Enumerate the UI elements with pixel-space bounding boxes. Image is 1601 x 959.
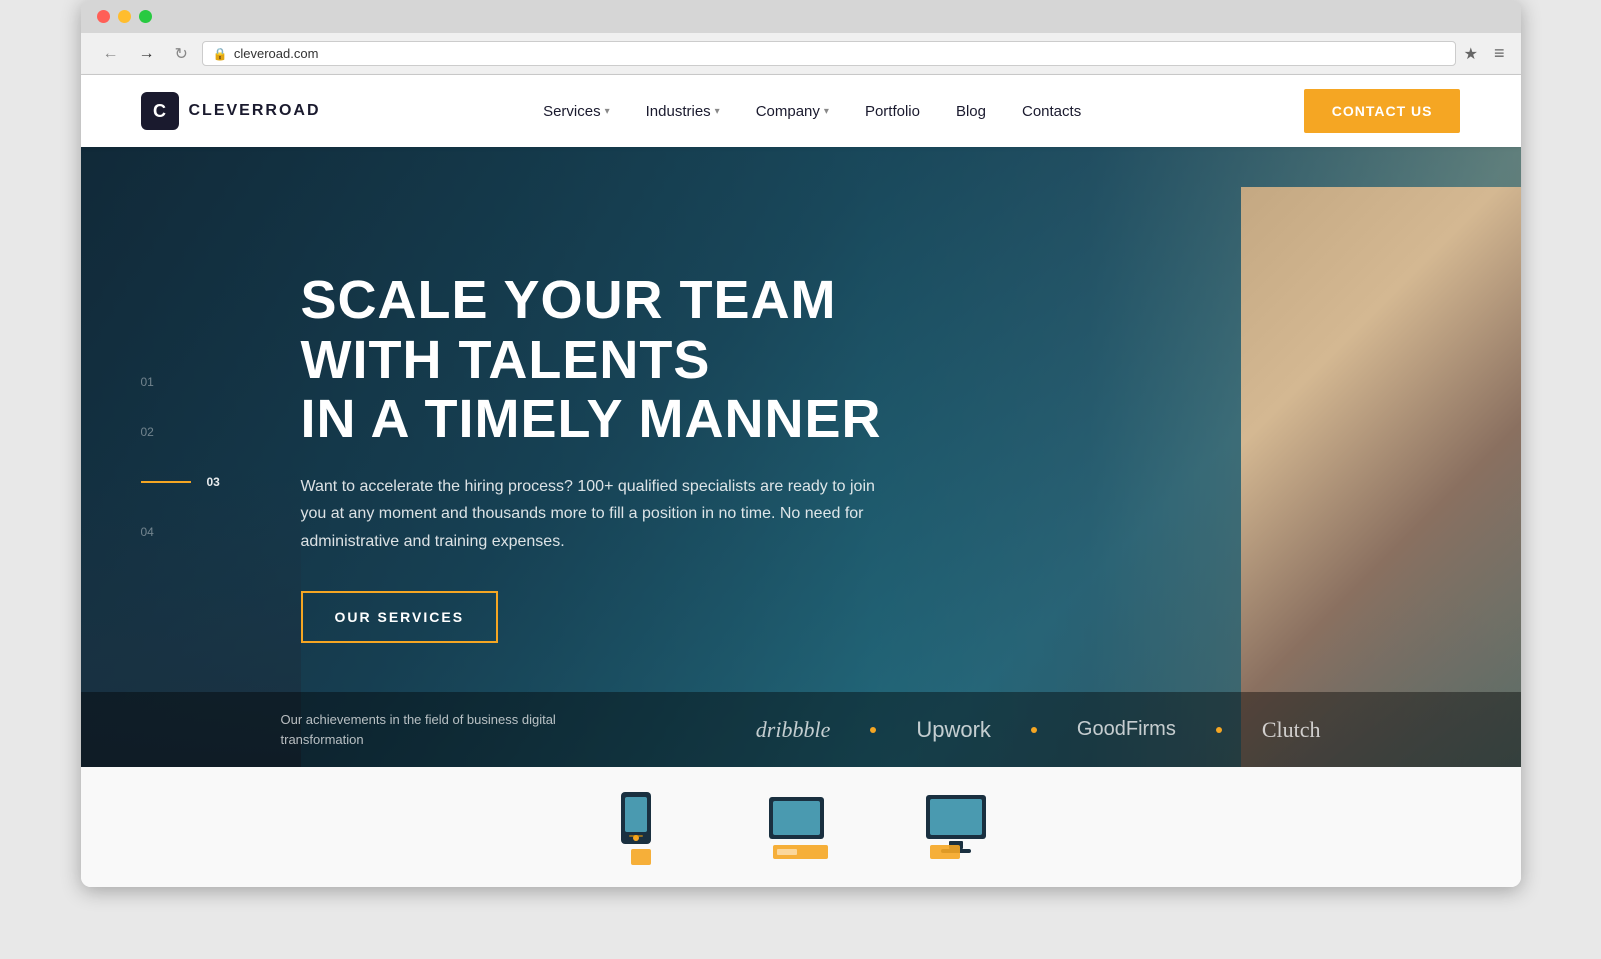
slide-indicator-1[interactable]: 01 (141, 375, 220, 389)
chevron-down-icon: ▾ (715, 106, 720, 117)
separator-dot (870, 727, 876, 733)
browser-titlebar (81, 0, 1521, 33)
logo-letter: C (153, 101, 166, 122)
logo-text: CLEVERROAD (189, 102, 321, 120)
lock-icon: 🔒 (213, 47, 228, 61)
chevron-down-icon: ▾ (605, 106, 610, 117)
hero-title: SCALE YOUR TEAM WITH TALENTS IN A TIMELY… (301, 271, 921, 449)
browser-toolbar: ← → ↻ 🔒 cleveroad.com ★ ≡ (81, 33, 1521, 75)
nav-item-industries[interactable]: Industries ▾ (646, 103, 720, 120)
below-fold-section (81, 767, 1521, 887)
partner-logos: dribbble Upwork GoodFirms Clutch (556, 717, 1321, 743)
hero-title-line2: IN A TIMELY MANNER (301, 389, 882, 449)
our-services-button[interactable]: OUR SERVICES (301, 591, 499, 643)
hero-section: 01 02 03 04 SCALE YOUR TEAM WITH TALENTS… (81, 147, 1521, 767)
contact-us-button[interactable]: CONTACT US (1304, 89, 1461, 133)
partner-goodfirms: GoodFirms (1077, 718, 1176, 741)
reload-button[interactable]: ↻ (169, 42, 194, 66)
address-text: cleveroad.com (234, 46, 319, 61)
nav-links: Services ▾ Industries ▾ Company ▾ (543, 103, 1081, 120)
address-bar[interactable]: 🔒 cleveroad.com (202, 41, 1456, 66)
hero-title-line1: SCALE YOUR TEAM WITH TALENTS (301, 270, 837, 389)
nav-link-industries[interactable]: Industries ▾ (646, 103, 720, 120)
navbar: C CLEVERROAD Services ▾ Industries ▾ (81, 75, 1521, 147)
back-button[interactable]: ← (97, 43, 125, 65)
hero-bottom-bar: Our achievements in the field of busines… (81, 692, 1521, 767)
tablet-icon (761, 787, 841, 867)
bookmark-icon[interactable]: ★ (1464, 44, 1478, 64)
service-icon-desktop (921, 787, 1001, 867)
close-dot[interactable] (97, 10, 110, 23)
nav-link-services[interactable]: Services ▾ (543, 103, 610, 120)
chevron-down-icon: ▾ (824, 106, 829, 117)
slide-indicator-3[interactable]: 03 (141, 475, 220, 489)
slide-indicator-2[interactable]: 02 (141, 425, 220, 439)
nav-item-portfolio[interactable]: Portfolio (865, 103, 920, 120)
hero-content: SCALE YOUR TEAM WITH TALENTS IN A TIMELY… (261, 251, 961, 663)
separator-dot (1031, 727, 1037, 733)
hero-description: Want to accelerate the hiring process? 1… (301, 473, 881, 555)
forward-button[interactable]: → (133, 43, 161, 65)
nav-item-blog[interactable]: Blog (956, 103, 986, 120)
service-icon-tablet (761, 787, 841, 867)
maximize-dot[interactable] (139, 10, 152, 23)
nav-link-blog[interactable]: Blog (956, 103, 986, 120)
separator-dot (1216, 727, 1222, 733)
desktop-icon (921, 787, 1001, 867)
nav-item-contacts[interactable]: Contacts (1022, 103, 1081, 120)
hero-people-right (1241, 187, 1521, 767)
nav-item-services[interactable]: Services ▾ (543, 103, 610, 120)
partner-dribbble: dribbble (756, 717, 831, 743)
partner-clutch: Clutch (1262, 717, 1321, 743)
logo[interactable]: C CLEVERROAD (141, 92, 321, 130)
slide-indicators: 01 02 03 04 (141, 375, 220, 539)
hero-bottom-text: Our achievements in the field of busines… (281, 710, 556, 749)
nav-link-portfolio[interactable]: Portfolio (865, 103, 920, 120)
browser-menu-icon[interactable]: ≡ (1494, 43, 1505, 64)
slide-indicator-4[interactable]: 04 (141, 525, 220, 539)
browser-window: ← → ↻ 🔒 cleveroad.com ★ ≡ C CLEVERROAD S… (81, 0, 1521, 887)
nav-link-contacts[interactable]: Contacts (1022, 103, 1081, 120)
service-icon-mobile (601, 787, 681, 867)
website: C CLEVERROAD Services ▾ Industries ▾ (81, 75, 1521, 887)
logo-icon: C (141, 92, 179, 130)
minimize-dot[interactable] (118, 10, 131, 23)
nav-link-company[interactable]: Company ▾ (756, 103, 829, 120)
nav-item-company[interactable]: Company ▾ (756, 103, 829, 120)
partner-upwork: Upwork (916, 717, 991, 743)
mobile-icon (601, 787, 681, 867)
